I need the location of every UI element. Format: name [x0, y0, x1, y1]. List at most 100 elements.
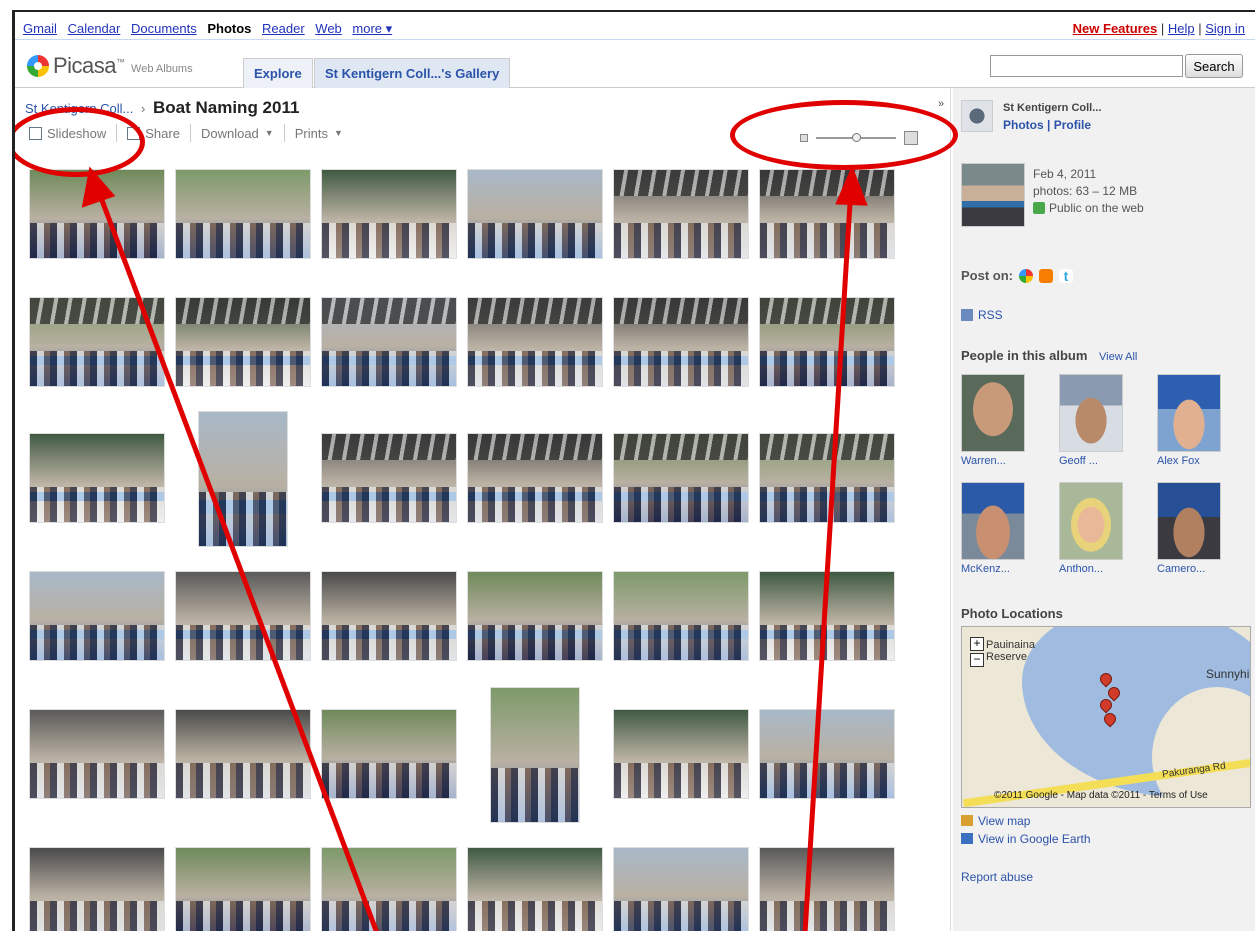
- view-in-earth-link[interactable]: View in Google Earth: [961, 832, 1091, 846]
- help-link[interactable]: Help: [1168, 21, 1195, 36]
- photo-thumbnail[interactable]: [467, 169, 603, 259]
- report-abuse-link[interactable]: Report abuse: [961, 870, 1033, 884]
- nav-calendar[interactable]: Calendar: [68, 21, 121, 36]
- owner-photos-link[interactable]: Photos: [1003, 118, 1044, 132]
- annotation-circle-zoom: [730, 100, 958, 170]
- post-on-label: Post on:: [961, 268, 1013, 283]
- view-all-link[interactable]: View All: [1099, 351, 1137, 363]
- map-zoom-in-button[interactable]: +: [970, 637, 984, 651]
- sidebar-toggle[interactable]: »: [935, 88, 951, 931]
- photo-thumbnail[interactable]: [759, 433, 895, 523]
- map-copyright: ©2011 Google - Map data ©2011 - Terms of…: [994, 790, 1208, 801]
- people-heading: People in this album View All: [961, 348, 1138, 363]
- twitter-icon[interactable]: t: [1059, 268, 1073, 283]
- person-card[interactable]: Camero...: [1157, 482, 1237, 575]
- person-photo[interactable]: [1157, 374, 1221, 452]
- photo-thumbnail[interactable]: [29, 169, 165, 259]
- photo-thumbnail[interactable]: [175, 297, 311, 387]
- photo-thumbnail[interactable]: [321, 847, 457, 931]
- nav-web[interactable]: Web: [315, 21, 342, 36]
- photo-thumbnail[interactable]: [175, 847, 311, 931]
- photo-thumbnail[interactable]: [29, 433, 165, 523]
- photo-thumbnail[interactable]: [613, 433, 749, 523]
- person-photo[interactable]: [961, 482, 1025, 560]
- search-input[interactable]: [990, 55, 1183, 77]
- photo-thumbnail[interactable]: [759, 709, 895, 799]
- trademark: ™: [116, 57, 126, 67]
- photo-grid: [29, 157, 935, 931]
- tab-gallery[interactable]: St Kentigern Coll...'s Gallery: [314, 58, 511, 88]
- person-card[interactable]: Anthon...: [1059, 482, 1139, 575]
- photo-thumbnail[interactable]: [29, 847, 165, 931]
- photo-thumbnail[interactable]: [321, 709, 457, 799]
- photo-thumbnail[interactable]: [321, 297, 457, 387]
- rss-link[interactable]: RSS: [961, 308, 1003, 322]
- photo-thumbnail[interactable]: [29, 571, 165, 661]
- photo-thumbnail[interactable]: [490, 687, 580, 823]
- album-meta: Feb 4, 2011 photos: 63 – 12 MB Public on…: [1033, 166, 1144, 217]
- photo-thumbnail[interactable]: [613, 709, 749, 799]
- photo-thumbnail[interactable]: [759, 847, 895, 931]
- photo-thumbnail[interactable]: [613, 169, 749, 259]
- photo-thumbnail[interactable]: [198, 411, 288, 547]
- new-features-link[interactable]: New Features: [1073, 21, 1158, 36]
- blogger-icon[interactable]: [1039, 268, 1053, 283]
- map-zoom-out-button[interactable]: −: [970, 653, 984, 667]
- album-visibility: Public on the web: [1033, 200, 1144, 217]
- nav-more[interactable]: more ▾: [352, 21, 392, 36]
- owner-avatar[interactable]: [961, 100, 993, 132]
- nav-gmail[interactable]: Gmail: [23, 21, 57, 36]
- download-menu[interactable]: Download ▼: [191, 124, 285, 142]
- photo-thumbnail[interactable]: [29, 297, 165, 387]
- photo-thumbnail[interactable]: [175, 571, 311, 661]
- photo-thumbnail[interactable]: [175, 709, 311, 799]
- photo-thumbnail[interactable]: [759, 571, 895, 661]
- photo-thumbnail[interactable]: [175, 169, 311, 259]
- person-photo[interactable]: [961, 374, 1025, 452]
- photo-thumbnail[interactable]: [321, 169, 457, 259]
- prints-menu[interactable]: Prints ▼: [285, 124, 353, 142]
- album-cover: [961, 163, 1025, 227]
- photo-thumbnail[interactable]: [759, 169, 895, 259]
- person-name[interactable]: Warren...: [961, 455, 1041, 467]
- location-map[interactable]: + − Pauinaina Reserve Sunnyhil Pakuranga…: [961, 626, 1251, 808]
- tab-explore[interactable]: Explore: [243, 58, 313, 88]
- person-name[interactable]: McKenz...: [961, 563, 1041, 575]
- owner-profile-link[interactable]: Profile: [1054, 118, 1091, 132]
- photo-thumbnail[interactable]: [467, 297, 603, 387]
- view-map-link[interactable]: View map: [961, 814, 1030, 828]
- person-card[interactable]: Warren...: [961, 374, 1041, 467]
- person-card[interactable]: McKenz...: [961, 482, 1041, 575]
- photo-thumbnail[interactable]: [613, 297, 749, 387]
- buzz-icon[interactable]: [1019, 268, 1033, 283]
- prints-label: Prints: [294, 125, 328, 141]
- download-label: Download: [200, 125, 259, 141]
- map-icon: [961, 815, 973, 826]
- browser-frame: Gmail Calendar Documents Photos Reader W…: [12, 10, 1255, 931]
- photo-thumbnail[interactable]: [613, 571, 749, 661]
- picasa-logo[interactable]: Picasa ™ Web Albums: [27, 53, 193, 79]
- person-card[interactable]: Alex Fox: [1157, 374, 1237, 467]
- person-photo[interactable]: [1059, 374, 1123, 452]
- person-card[interactable]: Geoff ...: [1059, 374, 1139, 467]
- photo-thumbnail[interactable]: [613, 847, 749, 931]
- photo-thumbnail[interactable]: [467, 571, 603, 661]
- person-name[interactable]: Alex Fox: [1157, 455, 1237, 467]
- sign-in-link[interactable]: Sign in: [1205, 21, 1245, 36]
- person-photo[interactable]: [1157, 482, 1221, 560]
- post-on: Post on: t: [961, 268, 1073, 283]
- photo-thumbnail[interactable]: [759, 297, 895, 387]
- photo-thumbnail[interactable]: [467, 847, 603, 931]
- nav-documents[interactable]: Documents: [131, 21, 197, 36]
- person-name[interactable]: Camero...: [1157, 563, 1237, 575]
- photo-thumbnail[interactable]: [321, 433, 457, 523]
- search-button[interactable]: Search: [1185, 54, 1243, 78]
- person-name[interactable]: Geoff ...: [1059, 455, 1139, 467]
- photo-thumbnail[interactable]: [321, 571, 457, 661]
- album-size: photos: 63 – 12 MB: [1033, 184, 1138, 198]
- photo-thumbnail[interactable]: [29, 709, 165, 799]
- nav-reader[interactable]: Reader: [262, 21, 305, 36]
- photo-thumbnail[interactable]: [467, 433, 603, 523]
- person-photo[interactable]: [1059, 482, 1123, 560]
- person-name[interactable]: Anthon...: [1059, 563, 1139, 575]
